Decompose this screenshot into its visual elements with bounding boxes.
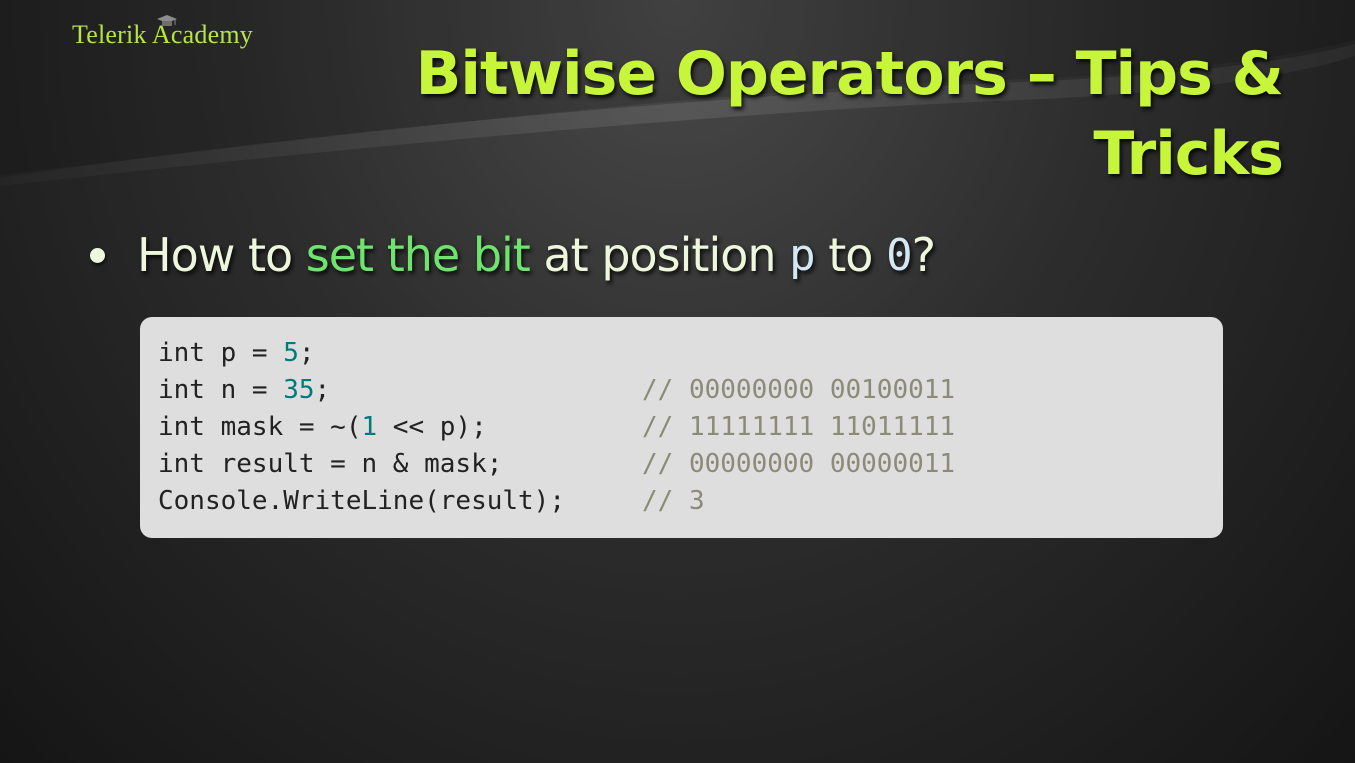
graduation-cap-icon	[157, 15, 177, 26]
bullet-text-to: to	[814, 228, 887, 282]
bullet-text-end: ?	[911, 228, 936, 282]
bullet-code-zero: 0	[886, 229, 912, 281]
code-line: Console.WriteLine(result); // 3	[158, 483, 1223, 520]
bullet-text-before: How to	[137, 228, 306, 282]
code-text: ;	[314, 375, 331, 405]
code-line: int result = n & mask; // 00000000 000000…	[158, 446, 1223, 483]
bullet-item: How to set the bit at position p to 0?	[90, 220, 936, 290]
bullet-code-p: p	[789, 229, 815, 281]
code-number: 5	[283, 338, 299, 368]
code-text: int result = n & mask;	[158, 449, 503, 479]
code-text: int p =	[158, 338, 284, 368]
code-line: int p = 5;	[158, 335, 1223, 372]
slide-title: Bitwise Operators – Tips & Tricks	[415, 39, 1284, 189]
code-text: ;	[298, 338, 315, 368]
bullet-highlight: set the bit	[305, 228, 531, 282]
code-number: 1	[361, 412, 378, 442]
code-text: << p);	[377, 412, 487, 442]
code-comment: // 00000000 00100011	[642, 375, 956, 405]
code-comment: // 00000000 00000011	[642, 449, 956, 479]
code-text: int mask = ~(	[158, 412, 362, 442]
code-block: int p = 5; int n = 35; // 00000000 001000…	[140, 317, 1223, 538]
code-number: 35	[283, 375, 315, 405]
bullet-dot	[90, 247, 105, 263]
bullet-text-middle: at position	[529, 228, 790, 282]
code-text: Console.WriteLine(result);	[158, 486, 565, 516]
telerik-academy-logo: Telerik Academy	[72, 15, 253, 50]
code-comment: // 3	[642, 486, 705, 516]
code-line: int n = 35; // 00000000 00100011	[158, 372, 1223, 409]
code-comment: // 11111111 11011111	[642, 412, 956, 442]
code-line: int mask = ~(1 << p); // 11111111 1101111…	[158, 409, 1223, 446]
code-text: int n =	[158, 375, 284, 405]
